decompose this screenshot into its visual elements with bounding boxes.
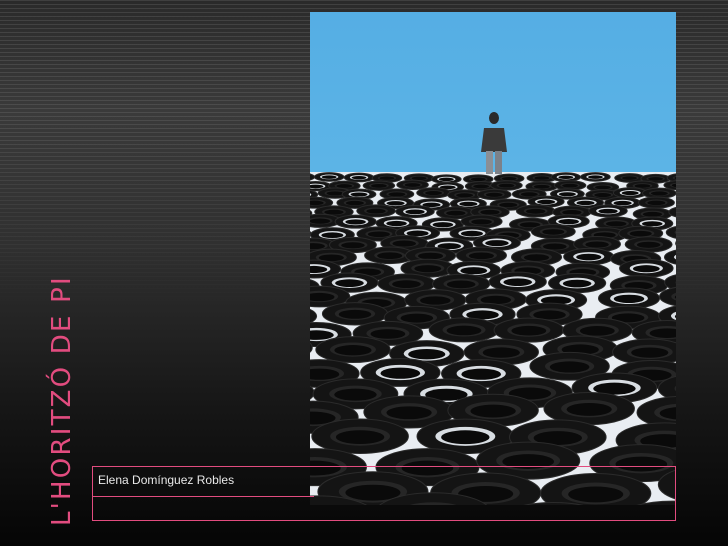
author-name: Elena Domínguez Robles: [98, 473, 235, 487]
tire: [343, 172, 375, 183]
caption-divider: [92, 496, 314, 497]
tire: [476, 188, 512, 201]
tire: [619, 258, 674, 278]
tire: [334, 214, 377, 229]
slide: L'HORITZÓ DE PI Elena Domínguez Robles: [0, 0, 728, 546]
tire: [563, 247, 615, 266]
tire: [490, 180, 523, 191]
tire: [416, 187, 451, 199]
tire-field-photo: [310, 12, 676, 505]
photo-canvas: [310, 12, 676, 505]
tire: [624, 236, 673, 253]
tire: [315, 336, 391, 364]
tire: [488, 271, 547, 292]
tire: [396, 179, 429, 190]
tire: [612, 187, 648, 199]
tire: [588, 204, 628, 218]
tire: [580, 172, 611, 182]
tire: [313, 172, 345, 182]
tire: [550, 172, 582, 182]
tire: [362, 180, 396, 191]
tire: [395, 205, 435, 219]
tire: [637, 196, 675, 209]
tire: [530, 224, 576, 240]
tire: [597, 287, 661, 310]
tire: [428, 317, 500, 343]
slide-title: L'HORITZÓ DE PI: [47, 275, 77, 526]
tire: [311, 418, 409, 454]
tire: [455, 246, 507, 265]
tire: [515, 204, 556, 218]
